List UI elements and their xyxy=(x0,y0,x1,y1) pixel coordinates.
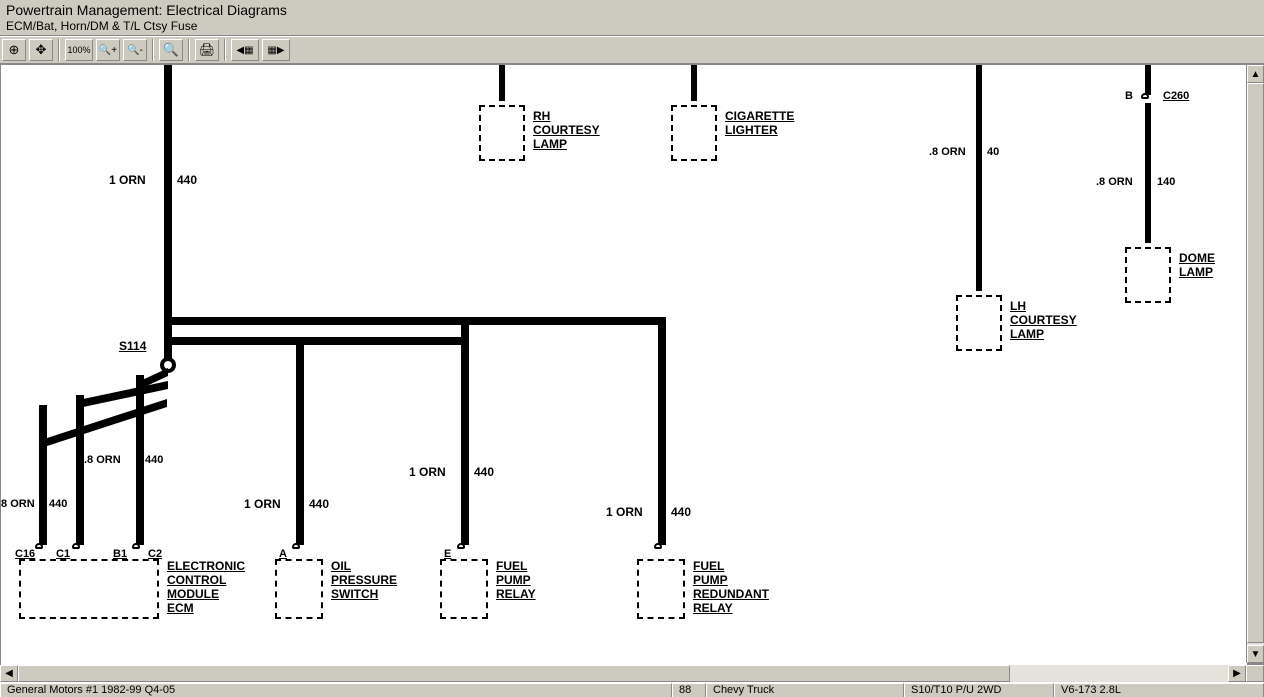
scroll-right-icon[interactable]: ▶ xyxy=(1228,665,1246,682)
label-oil: OIL PRESSURE SWITCH xyxy=(331,559,397,601)
component-fuel-redundant xyxy=(637,559,685,619)
diagram-canvas[interactable]: 1 ORN 440 S114 .8 ORN 440 .8 ORN 440 1 O… xyxy=(1,65,1247,665)
status-make: Chevy Truck xyxy=(706,683,904,697)
zoom-reset-button[interactable]: 🔍 xyxy=(159,39,183,61)
splice-label: S114 xyxy=(119,339,146,353)
status-engine: V6-173 2.8L xyxy=(1054,683,1264,697)
horizontal-scrollbar[interactable]: ◀ ▶ xyxy=(0,664,1264,682)
label-fuel-relay: FUEL PUMP RELAY xyxy=(496,559,536,601)
wire-label: 1 ORN xyxy=(606,505,643,519)
separator xyxy=(188,39,190,61)
wire-label: .8 ORN xyxy=(1096,175,1133,189)
connector-c260 xyxy=(1141,93,1149,99)
wire-circuit: 440 xyxy=(474,465,494,479)
zoom-100-button[interactable]: 100% xyxy=(65,39,93,61)
wire-circuit: 440 xyxy=(49,497,67,511)
scroll-thumb[interactable] xyxy=(1247,83,1264,643)
label-fuel-redundant: FUEL PUMP REDUNDANT RELAY xyxy=(693,559,769,615)
wire-label: .8 ORN xyxy=(84,453,121,467)
label-dome: DOME LAMP xyxy=(1179,251,1215,279)
scroll-corner xyxy=(1246,665,1264,682)
component-dome xyxy=(1125,247,1171,303)
component-fuel-relay xyxy=(440,559,488,619)
scroll-left-icon[interactable]: ◀ xyxy=(0,665,18,682)
diagram-viewport[interactable]: 1 ORN 440 S114 .8 ORN 440 .8 ORN 440 1 O… xyxy=(0,64,1264,664)
vertical-scrollbar[interactable]: ▲ ▼ xyxy=(1246,65,1264,663)
zoom-area-in-button[interactable]: 🔍+ xyxy=(96,39,120,61)
toolbar: ⊕ ✥ 100% 🔍+ 🔍- 🔍 🖨 ◀▦ ▦▶ xyxy=(0,36,1264,64)
connector-oil xyxy=(292,543,300,549)
connector-c16 xyxy=(35,543,43,549)
scroll-up-icon[interactable]: ▲ xyxy=(1247,65,1264,83)
wire-dome-top xyxy=(1145,65,1151,95)
zoom-in-button[interactable]: ⊕ xyxy=(2,39,26,61)
wire-label: 1 ORN xyxy=(244,497,281,511)
connector-c2 xyxy=(132,543,140,549)
wire-bus-mid xyxy=(168,337,468,345)
wire-circuit: 440 xyxy=(671,505,691,519)
component-lh-courtesy xyxy=(956,295,1002,351)
wire-label: .8 ORN xyxy=(929,145,966,159)
page-title: Powertrain Management: Electrical Diagra… xyxy=(6,2,1258,18)
wire-c1 xyxy=(76,395,84,545)
wire-label: .8 ORN xyxy=(1,497,35,511)
page-subtitle: ECM/Bat, Horn/DM & T/L Ctsy Fuse xyxy=(6,19,1258,33)
scroll-down-icon[interactable]: ▼ xyxy=(1247,645,1264,663)
status-catalog: General Motors #1 1982-99 Q4-05 xyxy=(0,683,672,697)
wire-label: 1 ORN xyxy=(109,173,146,187)
prev-page-button[interactable]: ◀▦ xyxy=(231,39,259,61)
wire-cigarette xyxy=(691,65,697,101)
label-cigarette: CIGARETTE LIGHTER xyxy=(725,109,794,137)
status-year: 88 xyxy=(672,683,706,697)
wire-lh-courtesy xyxy=(976,65,982,291)
component-cigarette xyxy=(671,105,717,161)
component-rh-courtesy xyxy=(479,105,525,161)
wire-dome xyxy=(1145,103,1151,243)
scroll-track[interactable] xyxy=(18,665,1228,682)
zoom-area-out-button[interactable]: 🔍- xyxy=(123,39,147,61)
print-button[interactable]: 🖨 xyxy=(195,39,219,61)
wire-oil xyxy=(296,345,304,545)
wire-circuit: 440 xyxy=(309,497,329,511)
title-bar: Powertrain Management: Electrical Diagra… xyxy=(0,0,1264,36)
wire-circuit: 440 xyxy=(177,173,197,187)
label-lh-courtesy: LH COURTESY LAMP xyxy=(1010,299,1077,341)
wire-c2 xyxy=(136,375,144,545)
separator xyxy=(152,39,154,61)
connector-fuel-redundant xyxy=(654,543,662,549)
wire-fuel-redundant xyxy=(658,325,666,545)
wire-circuit: 440 xyxy=(145,453,163,467)
wire-c16 xyxy=(39,405,47,545)
connector-c1 xyxy=(72,543,80,549)
component-oil xyxy=(275,559,323,619)
wire-c16-diag xyxy=(39,399,167,449)
wire-label: 1 ORN xyxy=(409,465,446,479)
connector-fuel-relay xyxy=(457,543,465,549)
label-rh-courtesy: RH COURTESY LAMP xyxy=(533,109,600,151)
wire-rh-courtesy xyxy=(499,65,505,101)
connector-label: C260 xyxy=(1163,89,1189,103)
wire-circuit: 40 xyxy=(987,145,999,159)
wire-circuit: 140 xyxy=(1157,175,1175,189)
scroll-thumb[interactable] xyxy=(18,665,1010,682)
separator xyxy=(224,39,226,61)
wire-bus-top xyxy=(168,317,666,325)
component-ecm xyxy=(19,559,159,619)
next-page-button[interactable]: ▦▶ xyxy=(262,39,290,61)
pan-button[interactable]: ✥ xyxy=(29,39,53,61)
wire-fuel-relay xyxy=(461,325,469,545)
label-ecm: ELECTRONIC CONTROL MODULE ECM xyxy=(167,559,245,615)
status-model: S10/T10 P/U 2WD xyxy=(904,683,1054,697)
pin-label: B xyxy=(1125,89,1133,103)
separator xyxy=(58,39,60,61)
status-bar: General Motors #1 1982-99 Q4-05 88 Chevy… xyxy=(0,682,1264,697)
